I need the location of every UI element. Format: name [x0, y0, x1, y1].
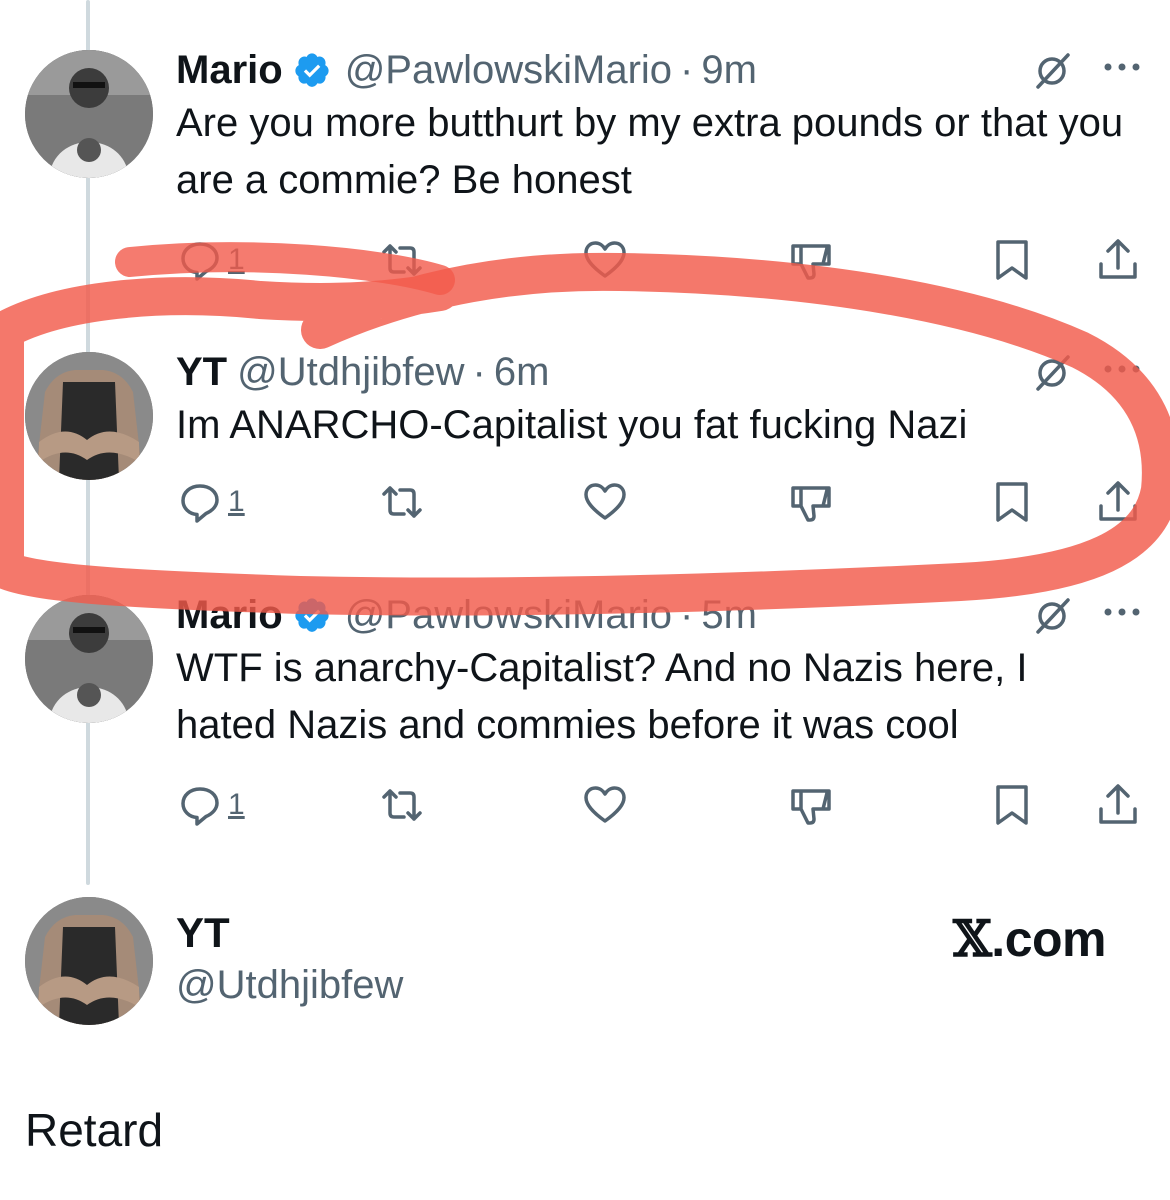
share-icon	[1099, 239, 1137, 279]
bookmark-button[interactable]	[988, 780, 1036, 830]
tweet-text: Are you more butthurt by my extra pounds…	[176, 101, 1124, 202]
display-name[interactable]: Mario	[176, 590, 283, 640]
bookmark-button[interactable]	[988, 235, 1036, 285]
separator-dot: ·	[472, 350, 486, 394]
avatar-photo	[25, 595, 153, 723]
like-button[interactable]	[581, 235, 629, 285]
action-bar: 1	[0, 780, 1170, 830]
share-icon	[1099, 481, 1137, 521]
action-bar: 1	[0, 235, 1170, 285]
dislike-button[interactable]	[787, 477, 835, 527]
x-logo-suffix: .com	[991, 911, 1106, 967]
avatar[interactable]	[25, 352, 153, 480]
like-icon	[584, 241, 626, 278]
avatar-photo	[25, 897, 153, 1025]
grok-icon[interactable]	[1030, 594, 1074, 638]
bookmark-icon	[996, 482, 1028, 522]
bookmark-icon	[996, 240, 1028, 280]
retweet-button[interactable]	[378, 235, 426, 285]
user-handle: @Utdhjibfew	[176, 963, 404, 1007]
tweet-text: WTF is anarchy-Capitalist? And no Nazis …	[176, 646, 1028, 747]
tweet-header: Mario @PawlowskiMario · 9m	[176, 45, 757, 95]
reply-count: 1	[228, 243, 245, 276]
grok-icon[interactable]	[1030, 351, 1074, 395]
share-icon	[1099, 784, 1137, 824]
separator-dot: ·	[680, 593, 694, 637]
x-com-logo: 𝕏.com	[953, 909, 1106, 968]
avatar-photo	[25, 352, 153, 480]
retweet-icon	[382, 244, 422, 276]
action-bar: 1	[0, 477, 1170, 527]
x-logo-glyph: 𝕏	[953, 909, 992, 968]
more-icon[interactable]	[1098, 592, 1146, 632]
reply-button[interactable]: 1	[176, 780, 245, 830]
handle[interactable]: @PawlowskiMario	[345, 590, 672, 640]
separator-dot: ·	[680, 48, 694, 92]
tweet-header: Mario @PawlowskiMario · 5m	[176, 590, 757, 640]
reply-button[interactable]: 1	[176, 477, 245, 527]
verified-badge-icon	[295, 598, 329, 632]
reply-count: 1	[228, 788, 245, 821]
reply-button[interactable]: 1	[176, 235, 245, 285]
share-button[interactable]	[1094, 235, 1142, 285]
more-icon[interactable]	[1098, 47, 1146, 87]
retweet-icon	[382, 486, 422, 518]
timestamp[interactable]: 5m	[701, 590, 757, 640]
reply-icon	[181, 242, 219, 281]
like-icon	[584, 483, 626, 520]
tweet[interactable]: Mario @PawlowskiMario · 9m Are you more …	[0, 45, 1170, 285]
display-name[interactable]: Mario	[176, 45, 283, 95]
timestamp[interactable]: 9m	[701, 45, 757, 95]
avatar[interactable]	[25, 897, 153, 1025]
avatar-photo	[25, 50, 153, 178]
reply-count: 1	[228, 485, 245, 518]
tweet-text: Im ANARCHO-Capitalist you fat fucking Na…	[176, 403, 968, 447]
avatar[interactable]	[25, 595, 153, 723]
dislike-icon	[791, 789, 831, 825]
user-display-name: YT	[176, 909, 230, 956]
retweet-button[interactable]	[378, 477, 426, 527]
retweet-icon	[382, 789, 422, 821]
avatar[interactable]	[25, 50, 153, 178]
verified-badge-icon	[295, 53, 329, 87]
dislike-button[interactable]	[787, 235, 835, 285]
tweet[interactable]: Mario @PawlowskiMario · 5m WTF is anarch…	[0, 590, 1170, 830]
grok-icon[interactable]	[1030, 49, 1074, 93]
like-icon	[584, 786, 626, 823]
user-card: YT @Utdhjibfew 𝕏.com	[0, 895, 1170, 1035]
display-name[interactable]: YT	[176, 347, 227, 397]
more-icon[interactable]	[1098, 349, 1146, 389]
retweet-button[interactable]	[378, 780, 426, 830]
tweet[interactable]: YT @Utdhjibfew · 6m Im ANARCHO-Capitalis…	[0, 347, 1170, 537]
dislike-button[interactable]	[787, 780, 835, 830]
tweet-header: YT @Utdhjibfew · 6m	[176, 347, 549, 397]
reply-icon	[181, 484, 219, 523]
handle[interactable]: @Utdhjibfew	[237, 347, 464, 397]
share-button[interactable]	[1094, 477, 1142, 527]
bookmark-icon	[996, 785, 1028, 825]
timestamp[interactable]: 6m	[494, 347, 550, 397]
handle[interactable]: @PawlowskiMario	[345, 45, 672, 95]
like-button[interactable]	[581, 780, 629, 830]
dislike-icon	[791, 244, 831, 280]
bookmark-button[interactable]	[988, 477, 1036, 527]
like-button[interactable]	[581, 477, 629, 527]
reply-text: Retard	[25, 1104, 164, 1156]
dislike-icon	[791, 486, 831, 522]
reply-icon	[181, 787, 219, 826]
share-button[interactable]	[1094, 780, 1142, 830]
